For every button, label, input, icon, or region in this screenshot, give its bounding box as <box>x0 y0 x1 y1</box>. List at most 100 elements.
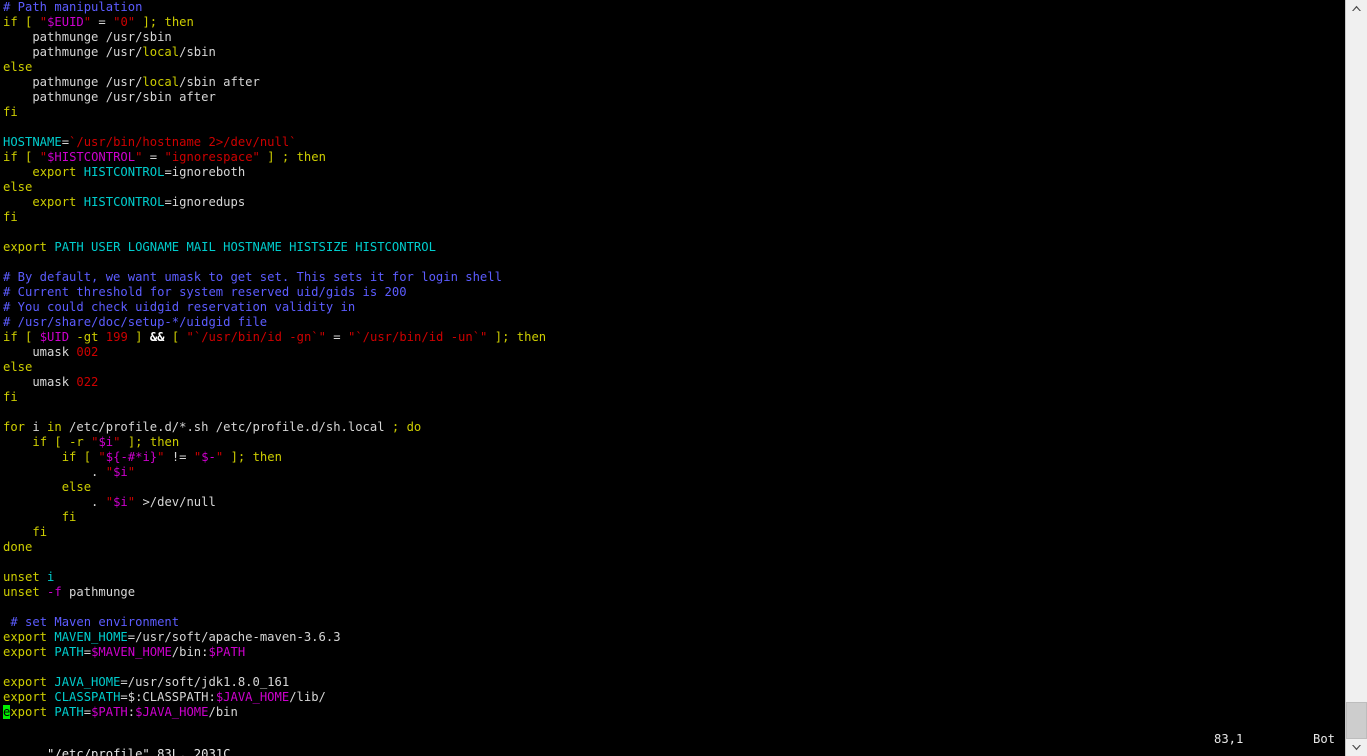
code-token: = <box>83 645 92 659</box>
code-token: else <box>3 360 33 374</box>
code-token: =$:CLASSPATH: <box>120 690 216 704</box>
code-token: unset <box>3 585 40 599</box>
code-token: JAVA_HOME <box>54 675 121 689</box>
scroll-up-button[interactable] <box>1346 0 1367 17</box>
status-file-info: "/etc/profile" 83L, 2031C <box>47 747 231 756</box>
code-token: =/usr/soft/apache-maven-3.6.3 <box>127 630 341 644</box>
code-token: export <box>3 240 48 254</box>
code-line: for i in /etc/profile.d/*.sh /etc/profil… <box>0 420 1345 435</box>
code-token: /sbin <box>179 45 216 59</box>
code-token: 022 <box>76 375 99 389</box>
code-token: $EUID <box>47 15 84 29</box>
code-token: if <box>61 450 77 464</box>
code-line: fi <box>0 525 1345 540</box>
code-token: /lib/ <box>289 690 326 704</box>
code-token: "ignorespace" <box>164 150 260 164</box>
file-buffer[interactable]: # Path manipulation if [ "$EUID" = "0" ];… <box>0 0 1345 720</box>
code-line: if [ "$HISTCONTROL" = "ignorespace" ] ; … <box>0 150 1345 165</box>
code-token: else <box>3 60 33 74</box>
code-token: /bin <box>208 705 238 719</box>
code-token: : <box>127 705 136 719</box>
code-token: "0" <box>113 15 136 29</box>
terminal-text-area[interactable]: # Path manipulation if [ "$EUID" = "0" ];… <box>0 0 1345 756</box>
code-token: if <box>3 15 18 29</box>
code-token: `/usr/bin/hostname <box>69 135 209 149</box>
code-token: " <box>39 150 48 164</box>
code-token: [ <box>54 435 62 449</box>
code-line: umask 022 <box>0 375 1345 390</box>
code-token: export <box>3 630 48 644</box>
code-token: if <box>32 435 48 449</box>
code-line: export PATH USER LOGNAME MAIL HOSTNAME H… <box>0 240 1345 255</box>
code-token: ]; <box>142 15 158 29</box>
code-token: ]; <box>494 330 510 344</box>
code-token: =/usr/soft/jdk1.8.0_161 <box>120 675 290 689</box>
code-line: fi <box>0 390 1345 405</box>
code-line: if [ -r "$i" ]; then <box>0 435 1345 450</box>
code-token: $i <box>113 465 128 479</box>
code-token: fi <box>3 390 18 404</box>
code-token: . <box>3 495 106 509</box>
code-token: fi <box>61 510 77 524</box>
scrollbar-track[interactable] <box>1346 17 1367 739</box>
code-token: /sbin after <box>179 75 260 89</box>
code-token: # /usr/share/doc/setup-*/uidgid file <box>3 315 268 329</box>
code-token: -r <box>69 435 84 449</box>
code-token: 199 <box>105 330 128 344</box>
code-line: . "$i" <box>0 465 1345 480</box>
code-token: pathmunge <box>61 585 136 599</box>
code-line: export PATH=$MAVEN_HOME/bin:$PATH <box>0 645 1345 660</box>
code-line: export CLASSPATH=$:CLASSPATH:$JAVA_HOME/… <box>0 690 1345 705</box>
code-token: pathmunge /usr/sbin after <box>3 90 216 104</box>
code-token: $MAVEN_HOME <box>91 645 172 659</box>
code-token: " <box>83 15 92 29</box>
code-token: for <box>3 420 26 434</box>
chevron-up-icon <box>1351 5 1362 12</box>
code-token: export <box>32 195 77 209</box>
code-token: # By default, we want umask to get set. … <box>3 270 502 284</box>
code-token: export <box>3 645 48 659</box>
code-token: 2 <box>208 135 216 149</box>
code-token: # Path manipulation <box>3 0 143 14</box>
code-token: =ignoredups <box>164 195 246 209</box>
code-token: = <box>83 705 92 719</box>
code-line: else <box>0 480 1345 495</box>
vertical-scrollbar[interactable] <box>1345 0 1367 756</box>
scroll-down-button[interactable] <box>1346 739 1367 756</box>
code-token: local <box>142 45 180 59</box>
code-token: $JAVA_HOME <box>215 690 290 704</box>
code-token: PATH <box>54 645 84 659</box>
code-token: $- <box>201 450 216 464</box>
code-token: ${-#*i} <box>105 450 158 464</box>
code-line: # /usr/share/doc/setup-*/uidgid file <box>0 315 1345 330</box>
code-token: local <box>142 75 180 89</box>
code-token: -f <box>47 585 62 599</box>
scrollbar-thumb[interactable] <box>1346 702 1367 739</box>
code-token: $JAVA_HOME <box>135 705 209 719</box>
code-token: 002 <box>76 345 99 359</box>
code-token: fi <box>32 525 48 539</box>
code-token: $HISTCONTROL <box>47 150 136 164</box>
code-token: " <box>39 15 48 29</box>
